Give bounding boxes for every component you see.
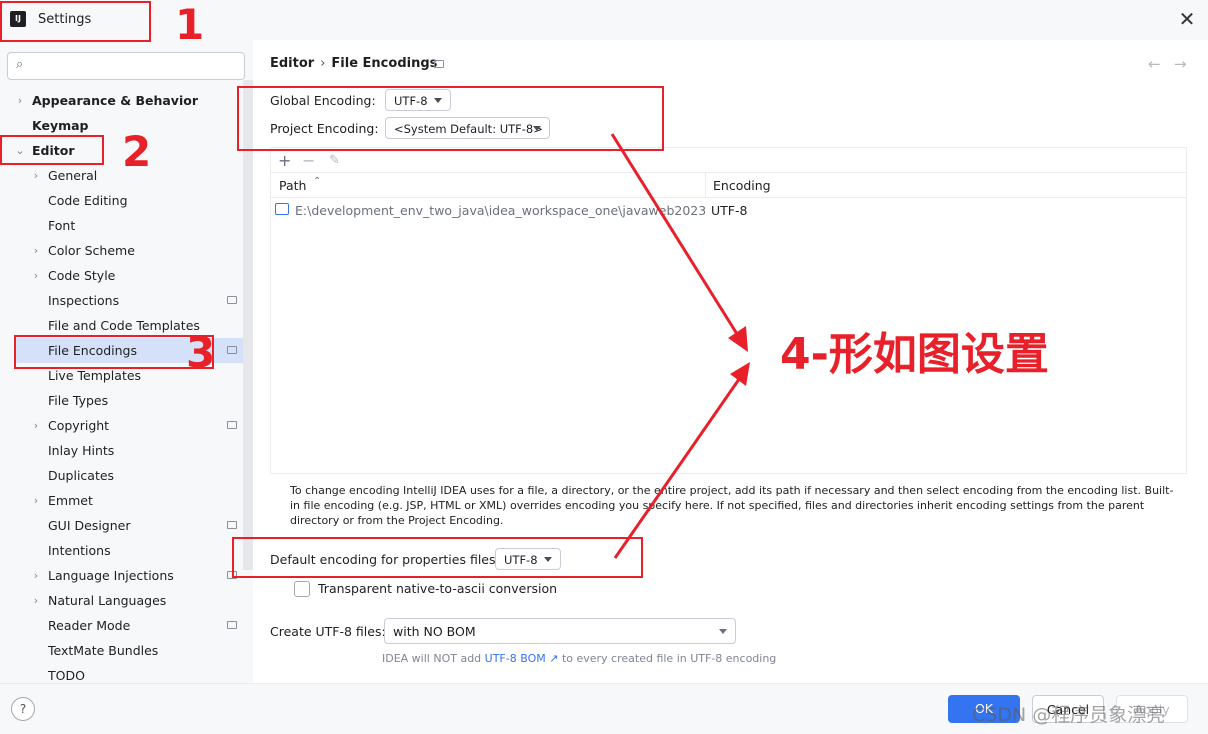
annotation-number-1: 1: [175, 0, 205, 49]
annotation-box-title: [0, 1, 151, 42]
annotation-arrowhead-up: [730, 362, 750, 386]
annotation-arrowhead-down: [728, 326, 748, 352]
annotation-box-encodings: [237, 86, 664, 151]
annotation-arrow-up: [613, 371, 746, 559]
annotation-box-editor: [0, 135, 104, 165]
annotation-number-2: 2: [122, 127, 152, 176]
annotation-box-file-encodings: [14, 335, 214, 369]
annotation-number-3: 3: [186, 328, 216, 377]
annotation-instruction: 4-形如图设置: [780, 329, 1049, 380]
annotation-box-properties: [232, 537, 643, 578]
annotation-arrow-down: [610, 133, 744, 343]
